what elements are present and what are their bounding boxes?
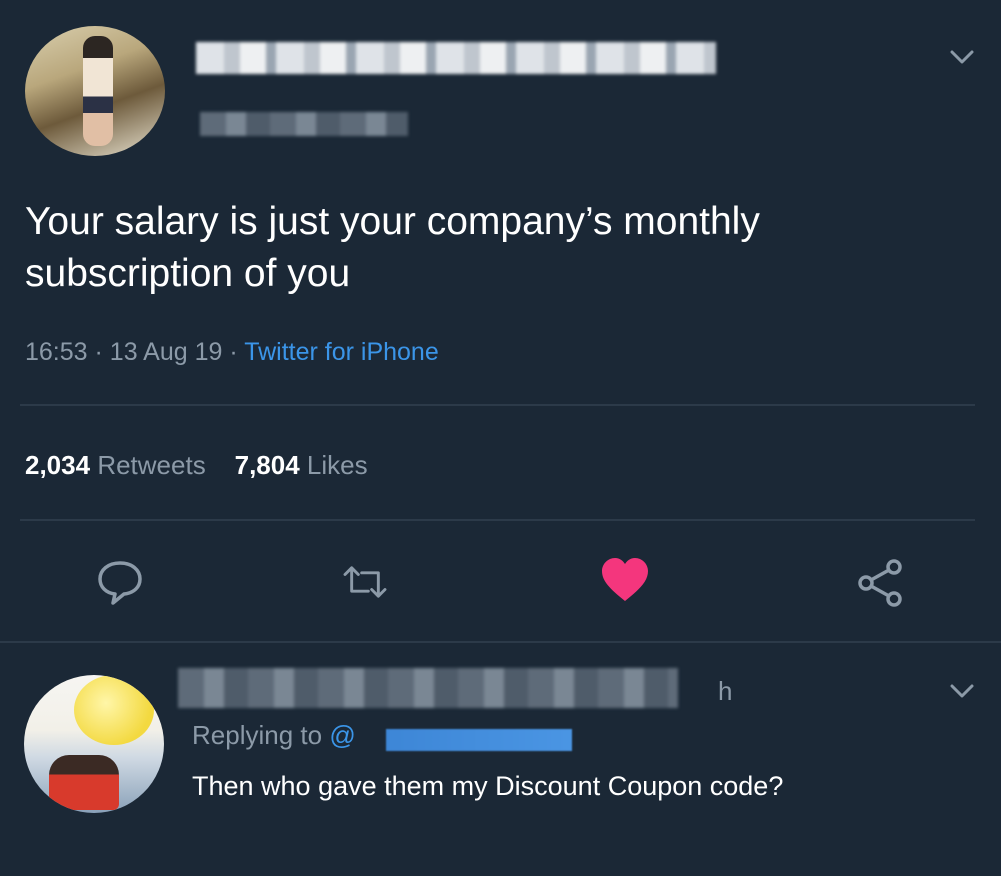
reply-time: h bbox=[718, 676, 733, 706]
chevron-down-icon[interactable] bbox=[950, 684, 974, 698]
retweet-icon[interactable] bbox=[340, 557, 390, 607]
retweets-count: 2,034 bbox=[25, 450, 91, 480]
replying-to-label: Replying to bbox=[192, 720, 323, 750]
reply-text: Then who gave them my Discount Coupon co… bbox=[192, 771, 784, 801]
tweet-date: 13 Aug 19 bbox=[109, 338, 223, 366]
divider bbox=[20, 404, 975, 406]
author-name-redacted[interactable] bbox=[196, 42, 716, 74]
avatar-photo bbox=[74, 675, 154, 745]
chevron-down-icon[interactable] bbox=[950, 50, 974, 64]
reply-mention-link[interactable]: @ bbox=[329, 720, 355, 750]
replying-to: Replying to @ bbox=[192, 720, 356, 751]
reply-author-redacted[interactable] bbox=[178, 668, 678, 708]
reply-icon[interactable] bbox=[95, 557, 145, 607]
retweets-label: Retweets bbox=[97, 450, 206, 480]
likes-count: 7,804 bbox=[234, 450, 300, 480]
author-handle-redacted[interactable] bbox=[200, 112, 408, 136]
tweet-text: Your salary is just your company’s month… bbox=[25, 200, 760, 295]
meta-separator: · bbox=[94, 338, 103, 366]
mention-at: @ bbox=[329, 720, 356, 750]
tweet-time: 16:53 bbox=[25, 338, 88, 366]
mention-handle-redacted[interactable] bbox=[386, 729, 572, 751]
tweet-meta: 16:53 · 13 Aug 19 · Twitter for iPhone bbox=[25, 338, 439, 367]
like-heart-icon[interactable] bbox=[600, 556, 650, 606]
avatar-photo bbox=[49, 755, 119, 810]
retweets-stat[interactable]: 2,034 Retweets bbox=[25, 450, 206, 480]
meta-separator: · bbox=[229, 338, 238, 366]
likes-stat[interactable]: 7,804 Likes bbox=[235, 450, 368, 480]
divider bbox=[0, 641, 1001, 643]
tweet-source-link[interactable]: Twitter for iPhone bbox=[244, 338, 439, 366]
tweet-stats: 2,034 Retweets 7,804 Likes bbox=[25, 450, 368, 481]
divider bbox=[20, 519, 975, 521]
share-icon[interactable] bbox=[855, 558, 905, 608]
reply-author-avatar[interactable] bbox=[24, 675, 164, 813]
author-avatar[interactable] bbox=[25, 26, 165, 156]
likes-label: Likes bbox=[306, 450, 368, 480]
avatar-photo bbox=[83, 36, 113, 146]
